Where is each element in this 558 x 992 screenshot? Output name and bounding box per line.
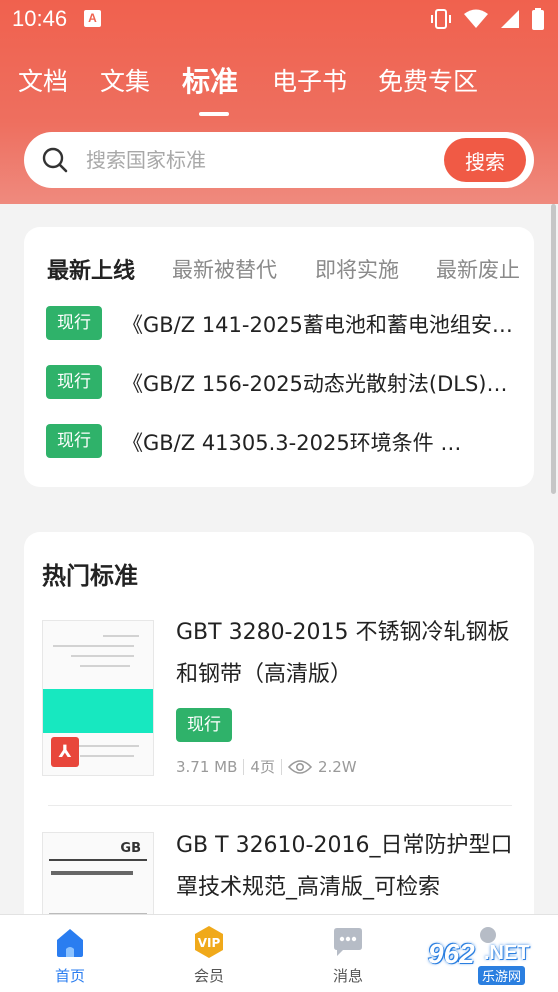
hot-standards-card: 热门标准 ⅄ GBT 3280-2015 不锈钢冷轧钢板和钢带（高清版） 现行 … — [24, 532, 534, 952]
list-item-title: 《GB/Z 156-2025动态光散射法(DLS)颗粒粒度分析》 — [122, 372, 516, 396]
divider — [48, 805, 512, 806]
vip-icon: VIP — [195, 926, 223, 958]
page-count: 4页 — [250, 758, 275, 776]
header: 10:46 A 文档 文集 标准 电子书 免费专区 搜索国家标准 搜索 — [0, 0, 558, 204]
tab-recently-abolished[interactable]: 最新废止 — [436, 254, 520, 284]
active-tab-indicator — [199, 112, 229, 116]
tab-free-zone[interactable]: 免费专区 — [378, 62, 478, 98]
view-count: 2.2W — [317, 757, 357, 776]
status-badge: 现行 — [46, 424, 102, 458]
eye-icon — [287, 759, 312, 774]
tab-ebooks[interactable]: 电子书 — [272, 62, 347, 98]
battery-icon — [532, 8, 544, 30]
watermark-logo: 962 .NET 乐游网 — [428, 938, 530, 985]
nav-home[interactable]: 首页 — [10, 915, 130, 992]
notification-icon: A — [84, 10, 101, 27]
wifi-icon — [464, 9, 488, 28]
tab-upcoming[interactable]: 即将实施 — [315, 254, 399, 284]
nav-vip[interactable]: VIP 会员 — [149, 915, 269, 992]
category-tabs: 文档 文集 标准 电子书 免费专区 — [0, 62, 558, 118]
document-meta: 3.71 MB 4页 2.2W — [176, 756, 357, 777]
svg-text:VIP: VIP — [198, 936, 221, 950]
status-badge: 现行 — [46, 365, 102, 399]
status-badge: 现行 — [46, 306, 102, 340]
tab-standards[interactable]: 标准 — [182, 60, 238, 100]
search-icon — [42, 147, 68, 173]
document-title[interactable]: GB T 32610-2016_日常防护型口罩技术规范_高清版_可检索 — [176, 825, 516, 909]
list-item[interactable]: 现行 《GB/Z 41305.3-2025环境条件 … — [46, 424, 516, 458]
document-thumbnail[interactable]: ⅄ — [42, 620, 154, 776]
nav-label: 消息 — [332, 967, 363, 985]
latest-standards-card: 最新上线 最新被替代 即将实施 最新废止 现行 《GB/Z 141-2025蓄电… — [24, 227, 534, 487]
nav-messages[interactable]: 消息 — [288, 915, 408, 992]
status-time: 10:46 — [12, 6, 68, 31]
document-title[interactable]: GBT 3280-2015 不锈钢冷轧钢板和钢带（高清版） — [176, 612, 516, 696]
section-title: 热门标准 — [42, 562, 138, 590]
tab-collections[interactable]: 文集 — [100, 62, 150, 98]
status-icons — [430, 8, 544, 30]
search-button[interactable]: 搜索 — [444, 138, 526, 182]
list-item-title: 《GB/Z 141-2025蓄电池和蓄电池组安装的安全要求》 — [122, 313, 516, 337]
nav-label: 首页 — [54, 967, 85, 985]
thumbnail-label: GB — [120, 841, 141, 856]
status-bar: 10:46 A — [0, 0, 558, 40]
list-item-title: 《GB/Z 41305.3-2025环境条件 … — [122, 431, 462, 455]
message-icon — [334, 928, 362, 956]
list-item[interactable]: 现行 《GB/Z 141-2025蓄电池和蓄电池组安装的安全要求》 — [46, 306, 516, 340]
search-bar: 搜索 — [24, 132, 534, 188]
status-badge: 现行 — [176, 708, 232, 742]
tab-recently-replaced[interactable]: 最新被替代 — [172, 254, 277, 284]
nav-label: 会员 — [193, 967, 224, 985]
tab-newly-online[interactable]: 最新上线 — [47, 253, 135, 285]
home-icon — [57, 929, 83, 957]
pdf-icon: ⅄ — [51, 737, 79, 767]
file-size: 3.71 MB — [176, 757, 238, 776]
signal-icon — [501, 10, 519, 28]
list-item[interactable]: 现行 《GB/Z 156-2025动态光散射法(DLS)颗粒粒度分析》 — [46, 365, 516, 399]
tab-documents[interactable]: 文档 — [18, 62, 68, 98]
scrollbar[interactable] — [551, 204, 556, 494]
vibrate-icon — [431, 9, 451, 29]
search-input[interactable] — [86, 144, 446, 176]
